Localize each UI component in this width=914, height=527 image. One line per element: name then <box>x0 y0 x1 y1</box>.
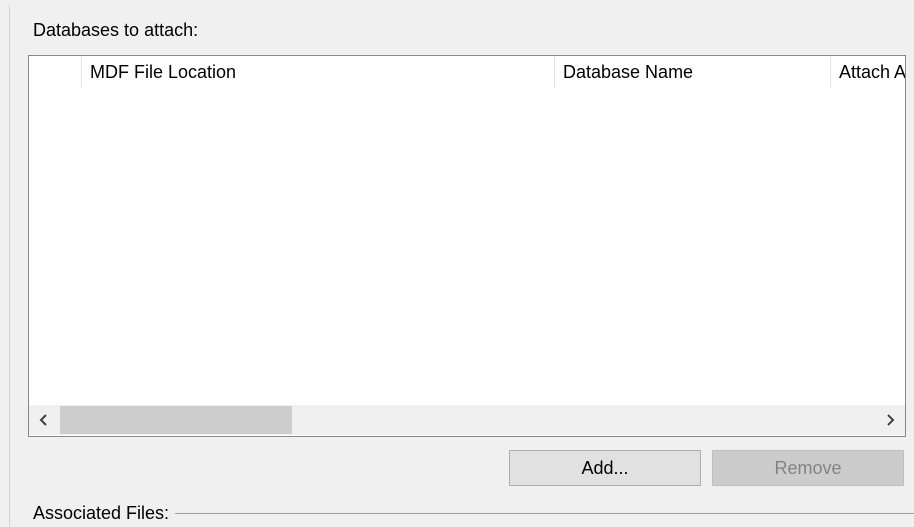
scroll-right-arrow-icon[interactable] <box>875 405 905 435</box>
databases-grid[interactable]: MDF File Location Database Name Attach A… <box>28 55 906 437</box>
scrollbar-thumb[interactable] <box>60 406 292 434</box>
horizontal-scrollbar[interactable] <box>29 405 905 435</box>
scroll-left-arrow-icon[interactable] <box>29 405 59 435</box>
associated-files-label: Associated Files: <box>33 502 170 523</box>
add-button[interactable]: Add... <box>509 450 701 486</box>
remove-button[interactable]: Remove <box>712 450 904 486</box>
group-divider <box>175 512 914 514</box>
column-header-attach-as[interactable]: Attach As <box>830 56 905 88</box>
column-header-mdf-file-location[interactable]: MDF File Location <box>81 56 554 88</box>
databases-to-attach-label: Databases to attach: <box>33 20 199 40</box>
column-header-select[interactable] <box>29 56 81 88</box>
grid-header: MDF File Location Database Name Attach A… <box>29 56 905 88</box>
associated-files-group: Associated Files: <box>33 502 914 524</box>
column-header-database-name[interactable]: Database Name <box>554 56 830 88</box>
